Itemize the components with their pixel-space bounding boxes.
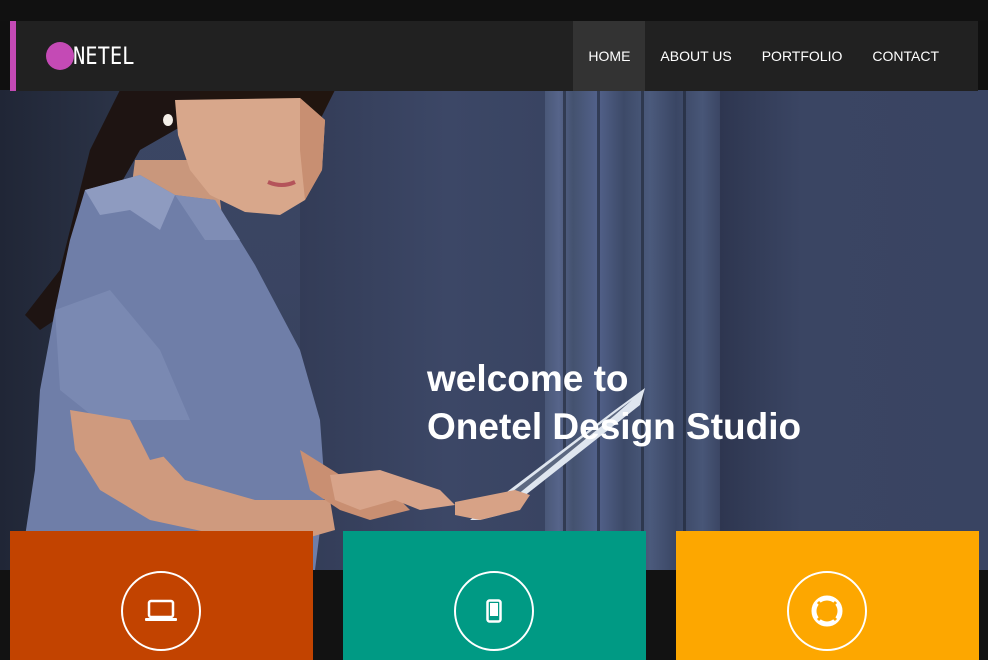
feature-card-support[interactable] (676, 531, 979, 660)
feature-card-laptop[interactable] (10, 531, 313, 660)
laptop-icon (145, 599, 177, 621)
page-top-strip (0, 0, 988, 21)
nav-item-home[interactable]: HOME (573, 21, 646, 91)
feature-card-mobile[interactable] (343, 531, 646, 660)
hero-title: welcome to Onetel Design Studio (427, 355, 801, 451)
feature-icon-circle[interactable] (121, 571, 201, 651)
hero-title-line2: Onetel Design Studio (427, 406, 802, 447)
hero-banner: welcome to Onetel Design Studio (0, 90, 988, 570)
lifebuoy-icon (811, 595, 843, 627)
hero-background-wall-right (720, 90, 988, 570)
logo-circle-icon (46, 42, 74, 70)
feature-icon-circle[interactable] (454, 571, 534, 651)
feature-icon-circle[interactable] (787, 571, 867, 651)
top-navbar: NETEL HOME ABOUT US PORTFOLIO CONTACT (10, 21, 978, 91)
nav-item-about-us[interactable]: ABOUT US (645, 21, 746, 91)
mobile-icon (486, 599, 502, 623)
main-nav-menu: HOME ABOUT US PORTFOLIO CONTACT (573, 21, 954, 91)
hero-title-line1: welcome to (427, 358, 629, 399)
nav-item-contact[interactable]: CONTACT (857, 21, 954, 91)
site-logo[interactable]: NETEL (46, 40, 145, 72)
logo-text: NETEL (73, 42, 135, 70)
nav-item-portfolio[interactable]: PORTFOLIO (747, 21, 858, 91)
hero-woman-with-tablet-image (20, 90, 645, 570)
